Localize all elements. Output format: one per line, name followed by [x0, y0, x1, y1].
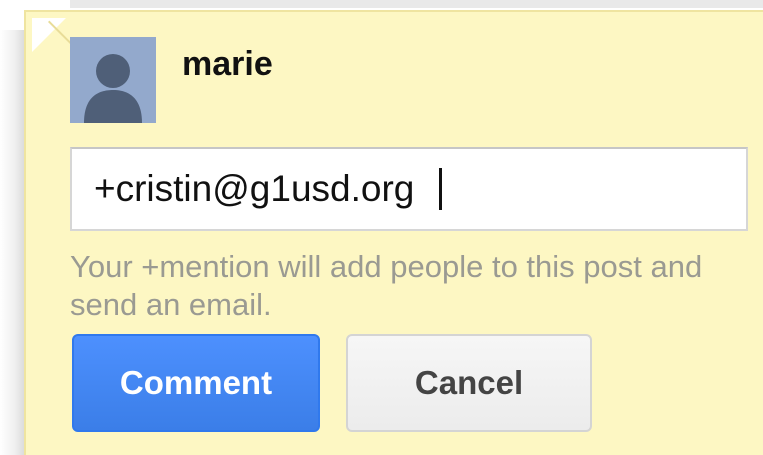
comment-card: marie +cristin@g1usd.org Your +mention w… [24, 10, 763, 455]
comment-input-text: +cristin@g1usd.org [94, 168, 425, 209]
comment-compose-screen: marie +cristin@g1usd.org Your +mention w… [0, 0, 763, 455]
card-shadow [0, 30, 24, 455]
comment-button[interactable]: Comment [72, 334, 320, 432]
background-strip [70, 0, 763, 8]
avatar [70, 37, 156, 123]
mention-helper-text: Your +mention will add people to this po… [70, 249, 703, 322]
author-name: marie [182, 45, 273, 83]
default-profile-silhouette-icon [70, 37, 156, 123]
cancel-button[interactable]: Cancel [346, 334, 592, 432]
comment-input[interactable]: +cristin@g1usd.org [70, 147, 748, 231]
text-caret [438, 168, 442, 210]
